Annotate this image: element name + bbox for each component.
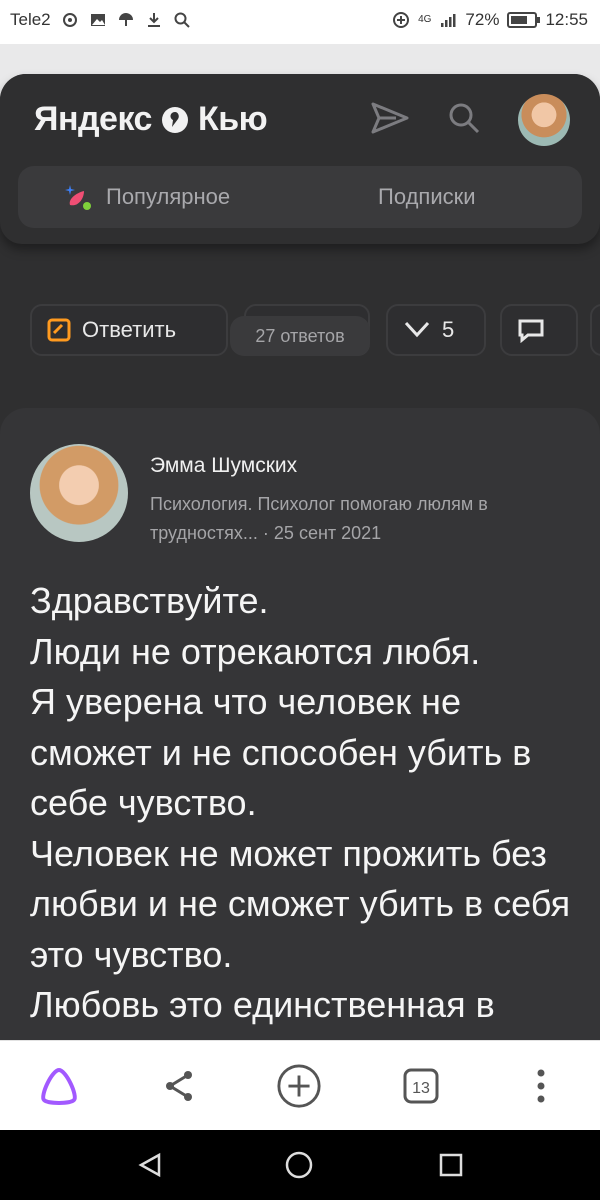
reply-button[interactable]: Ответить bbox=[30, 304, 228, 356]
logo-q: Кью bbox=[197, 100, 268, 138]
more-icon bbox=[537, 1069, 545, 1103]
answer-date: · 25 сент 2021 bbox=[262, 523, 382, 543]
send-button[interactable] bbox=[370, 98, 410, 138]
system-navigation-bar bbox=[0, 1130, 600, 1200]
more-actions-button[interactable] bbox=[590, 304, 600, 356]
signal-icon bbox=[441, 14, 456, 27]
answer-paragraph: Человек не может прожить без любви и не … bbox=[30, 832, 571, 975]
send-icon bbox=[371, 102, 409, 134]
reply-icon bbox=[47, 318, 71, 342]
download-icon bbox=[147, 13, 160, 27]
new-tab-button[interactable] bbox=[276, 1063, 322, 1109]
image-icon bbox=[90, 14, 105, 26]
tab-subscriptions[interactable]: Подписки bbox=[378, 166, 476, 228]
tabs-button[interactable]: 13 bbox=[398, 1063, 444, 1109]
answer-paragraph: Любовь это единственная в счастье во все… bbox=[30, 984, 495, 1040]
alice-icon bbox=[41, 1067, 77, 1105]
recents-button[interactable] bbox=[436, 1150, 466, 1180]
author-name[interactable]: Эмма Шумских bbox=[150, 454, 297, 478]
battery-icon bbox=[507, 12, 541, 28]
answer-paragraph: Люди не отрекаются любя. bbox=[30, 630, 481, 672]
author-avatar[interactable] bbox=[30, 444, 128, 542]
recents-icon bbox=[439, 1153, 463, 1177]
comments-button[interactable] bbox=[500, 304, 578, 356]
answers-count-badge: 27 ответов bbox=[230, 316, 370, 356]
reply-label: Ответить bbox=[82, 317, 177, 342]
app-header: Яндекс Кью Популярное Подписки bbox=[0, 74, 600, 244]
popular-icon bbox=[65, 185, 91, 210]
answer-text: Здравствуйте. Люди не отрекаются любя. Я у… bbox=[30, 576, 580, 1040]
share-button[interactable] bbox=[156, 1063, 202, 1109]
menu-button[interactable] bbox=[518, 1063, 564, 1109]
share-icon bbox=[166, 1071, 192, 1101]
profile-avatar[interactable] bbox=[518, 94, 570, 146]
back-button[interactable] bbox=[136, 1150, 166, 1180]
answer-paragraph: Здравствуйте. bbox=[30, 580, 269, 621]
back-icon bbox=[138, 1152, 161, 1178]
q-logo-icon bbox=[161, 106, 188, 133]
add-icon bbox=[277, 1064, 321, 1108]
home-button[interactable] bbox=[284, 1150, 314, 1180]
tab-popular-label: Популярное bbox=[106, 184, 231, 209]
data-saver-icon bbox=[393, 12, 410, 28]
tab-popular[interactable]: Популярное bbox=[62, 166, 230, 228]
heart-icon bbox=[404, 321, 430, 338]
browser-bottom-bar: 13 bbox=[0, 1040, 600, 1131]
feed-tabs: Популярное Подписки bbox=[18, 166, 582, 228]
status-bar: Tele2 4G 72% 12:55 bbox=[0, 0, 600, 44]
tabs-icon: 13 bbox=[403, 1068, 439, 1104]
answer-card: Эмма Шумских Психология. Психолог помога… bbox=[0, 408, 600, 1040]
yandex-q-logo[interactable]: Яндекс Кью bbox=[34, 100, 268, 139]
notification-icon bbox=[62, 13, 77, 27]
carrier-label: Tele2 bbox=[10, 10, 51, 29]
favorite-count: 5 bbox=[442, 317, 455, 342]
author-description: Психология. Психолог помогаю люлям в тру… bbox=[150, 490, 570, 548]
alice-button[interactable] bbox=[36, 1063, 82, 1109]
logo-yandex: Яндекс bbox=[34, 100, 152, 138]
umbrella-icon bbox=[118, 13, 133, 26]
battery-percent: 72% bbox=[465, 10, 500, 29]
network-type: 4G bbox=[418, 14, 432, 25]
search-button[interactable] bbox=[444, 98, 484, 138]
favorite-button[interactable]: 5 bbox=[386, 304, 486, 356]
comment-icon bbox=[518, 319, 544, 343]
search-icon bbox=[174, 12, 190, 28]
tabs-count: 13 bbox=[412, 1080, 430, 1097]
tab-subscriptions-label: Подписки bbox=[378, 184, 476, 209]
home-icon bbox=[285, 1151, 313, 1179]
search-icon bbox=[449, 103, 480, 134]
clock: 12:55 bbox=[545, 10, 588, 29]
answer-paragraph: Я уверена что человек не сможет и не спо… bbox=[30, 681, 532, 823]
